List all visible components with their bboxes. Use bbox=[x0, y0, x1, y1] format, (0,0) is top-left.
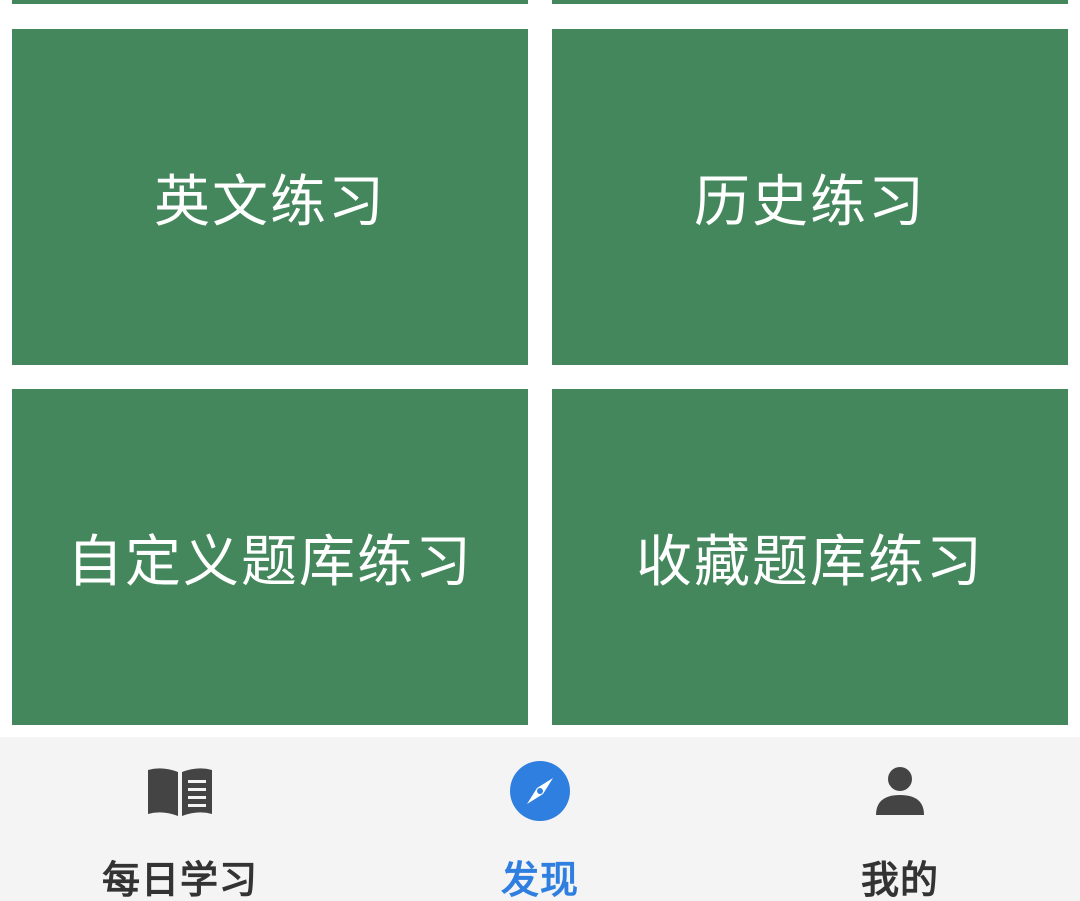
tab-mine[interactable]: 我的 bbox=[720, 737, 1080, 901]
discover-screen: 英文练习 历史练习 自定义题库练习 收藏题库练习 每日学习 发现 我的 bbox=[0, 0, 1080, 901]
compass-icon bbox=[505, 759, 575, 823]
previous-tile-left-edge[interactable] bbox=[12, 0, 528, 4]
custom-question-bank-tile[interactable]: 自定义题库练习 bbox=[12, 389, 528, 725]
favorites-question-bank-tile[interactable]: 收藏题库练习 bbox=[552, 389, 1068, 725]
tile-label: 自定义题库练习 bbox=[67, 529, 473, 595]
bottom-tab-bar: 每日学习 发现 我的 bbox=[0, 737, 1080, 901]
tab-label-mine: 我的 bbox=[860, 858, 939, 901]
tile-label: 英文练习 bbox=[154, 169, 386, 235]
history-practice-tile[interactable]: 历史练习 bbox=[552, 29, 1068, 365]
tab-label-daily-study: 每日学习 bbox=[101, 858, 258, 901]
tab-daily-study[interactable]: 每日学习 bbox=[0, 737, 360, 901]
book-icon bbox=[145, 759, 215, 823]
tile-label: 历史练习 bbox=[694, 169, 926, 235]
tab-label-discover: 发现 bbox=[500, 858, 579, 901]
tile-label: 收藏题库练习 bbox=[636, 529, 984, 595]
tab-discover[interactable]: 发现 bbox=[360, 737, 720, 901]
english-practice-tile[interactable]: 英文练习 bbox=[12, 29, 528, 365]
person-icon bbox=[865, 759, 935, 823]
previous-tile-right-edge[interactable] bbox=[552, 0, 1068, 4]
